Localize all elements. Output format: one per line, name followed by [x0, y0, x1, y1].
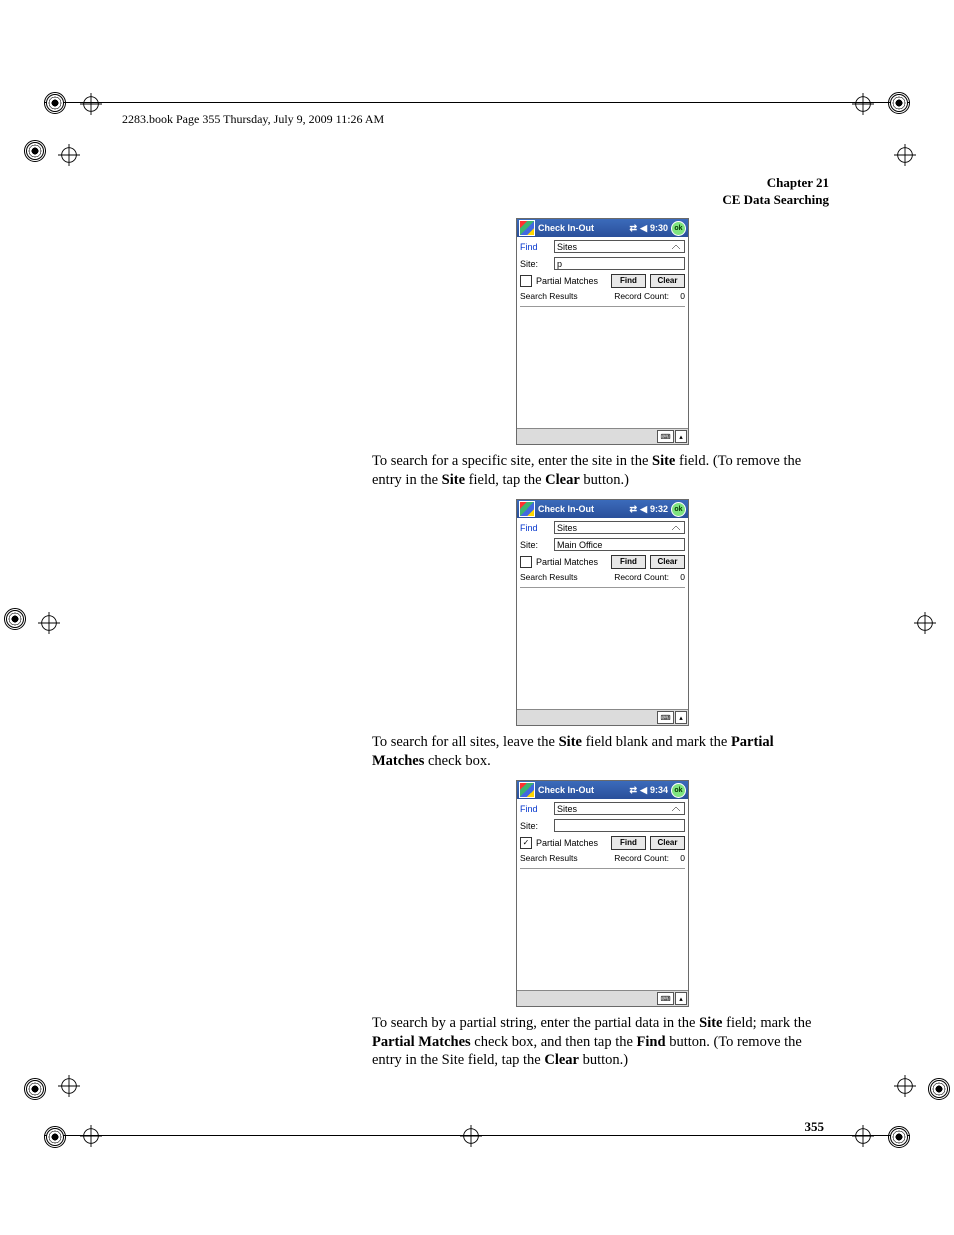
results-list [520, 306, 685, 426]
window-title: Check In-Out [538, 223, 594, 233]
start-icon [519, 501, 535, 517]
crop-dot-icon [24, 140, 46, 162]
find-select[interactable]: Sites [554, 802, 685, 815]
registration-mark-icon [80, 93, 102, 115]
registration-mark-icon [460, 1125, 482, 1147]
site-label: Site: [520, 540, 550, 550]
paragraph-2: To search for all sites, leave the Site … [372, 733, 827, 770]
window-title: Check In-Out [538, 504, 594, 514]
window-titlebar: Check In-Out ⇄ ◀ 9:30 ok [517, 219, 688, 237]
partial-matches-checkbox[interactable]: ✓ [520, 837, 532, 849]
results-list [520, 868, 685, 988]
crop-dot-icon [44, 92, 66, 114]
ok-button[interactable]: ok [671, 783, 686, 798]
find-button[interactable]: Find [611, 836, 646, 850]
signal-icon: ⇄ [630, 504, 638, 515]
page-number: 355 [805, 1119, 825, 1135]
find-button[interactable]: Find [611, 555, 646, 569]
site-input[interactable] [554, 257, 685, 270]
partial-matches-label: Partial Matches [536, 557, 598, 567]
chapter-heading: Chapter 21 CE Data Searching [722, 175, 829, 209]
top-rule [44, 102, 910, 103]
crop-dot-icon [928, 1078, 950, 1100]
paragraph-1: To search for a specific site, enter the… [372, 452, 827, 489]
bottom-bar: ⌨ ▴ [517, 709, 688, 725]
crop-dot-icon [888, 92, 910, 114]
running-header: 2283.book Page 355 Thursday, July 9, 200… [122, 112, 384, 127]
up-arrow-icon[interactable]: ▴ [675, 992, 687, 1005]
window-titlebar: Check In-Out ⇄ ◀ 9:34 ok [517, 781, 688, 799]
search-results-label: Search Results [520, 572, 578, 582]
registration-mark-icon [914, 612, 936, 634]
find-label[interactable]: Find [520, 242, 550, 252]
record-count-label: Record Count: [614, 853, 669, 863]
clear-button[interactable]: Clear [650, 555, 685, 569]
registration-mark-icon [852, 93, 874, 115]
clock: 9:34 [650, 785, 668, 795]
ok-button[interactable]: ok [671, 221, 686, 236]
crop-dot-icon [4, 608, 26, 630]
sound-icon: ◀ [640, 785, 647, 796]
crop-dot-icon [888, 1126, 910, 1148]
record-count-label: Record Count: [614, 572, 669, 582]
partial-matches-checkbox[interactable] [520, 556, 532, 568]
site-label: Site: [520, 259, 550, 269]
registration-mark-icon [894, 144, 916, 166]
record-count-value: 0 [669, 853, 685, 863]
bottom-bar: ⌨ ▴ [517, 428, 688, 444]
find-button[interactable]: Find [611, 274, 646, 288]
start-icon [519, 220, 535, 236]
start-icon [519, 782, 535, 798]
partial-matches-label: Partial Matches [536, 276, 598, 286]
screenshot-2: Check In-Out ⇄ ◀ 9:32 ok Find Sites Site… [516, 499, 689, 726]
registration-mark-icon [38, 612, 60, 634]
registration-mark-icon [58, 144, 80, 166]
paragraph-3: To search by a partial string, enter the… [372, 1014, 827, 1070]
results-list [520, 587, 685, 707]
chapter-number: Chapter 21 [722, 175, 829, 192]
clock: 9:32 [650, 504, 668, 514]
ok-button[interactable]: ok [671, 502, 686, 517]
partial-matches-checkbox[interactable] [520, 275, 532, 287]
up-arrow-icon[interactable]: ▴ [675, 430, 687, 443]
clear-button[interactable]: Clear [650, 836, 685, 850]
registration-mark-icon [852, 1125, 874, 1147]
find-select[interactable]: Sites [554, 521, 685, 534]
signal-icon: ⇄ [630, 223, 638, 234]
screenshot-3: Check In-Out ⇄ ◀ 9:34 ok Find Sites Site… [516, 780, 689, 1007]
screenshot-1: Check In-Out ⇄ ◀ 9:30 ok Find Sites Site… [516, 218, 689, 445]
clear-button[interactable]: Clear [650, 274, 685, 288]
record-count-value: 0 [669, 572, 685, 582]
search-results-label: Search Results [520, 291, 578, 301]
record-count-value: 0 [669, 291, 685, 301]
registration-mark-icon [58, 1075, 80, 1097]
registration-mark-icon [80, 1125, 102, 1147]
find-label[interactable]: Find [520, 523, 550, 533]
site-input[interactable] [554, 819, 685, 832]
sound-icon: ◀ [640, 504, 647, 515]
window-title: Check In-Out [538, 785, 594, 795]
crop-dot-icon [24, 1078, 46, 1100]
chapter-title: CE Data Searching [722, 192, 829, 209]
partial-matches-label: Partial Matches [536, 838, 598, 848]
registration-mark-icon [894, 1075, 916, 1097]
clock: 9:30 [650, 223, 668, 233]
crop-dot-icon [44, 1126, 66, 1148]
keyboard-icon[interactable]: ⌨ [657, 430, 674, 443]
keyboard-icon[interactable]: ⌨ [657, 711, 674, 724]
search-results-label: Search Results [520, 853, 578, 863]
keyboard-icon[interactable]: ⌨ [657, 992, 674, 1005]
site-input[interactable] [554, 538, 685, 551]
signal-icon: ⇄ [630, 785, 638, 796]
bottom-bar: ⌨ ▴ [517, 990, 688, 1006]
site-label: Site: [520, 821, 550, 831]
up-arrow-icon[interactable]: ▴ [675, 711, 687, 724]
window-titlebar: Check In-Out ⇄ ◀ 9:32 ok [517, 500, 688, 518]
record-count-label: Record Count: [614, 291, 669, 301]
find-label[interactable]: Find [520, 804, 550, 814]
find-select[interactable]: Sites [554, 240, 685, 253]
sound-icon: ◀ [640, 223, 647, 234]
